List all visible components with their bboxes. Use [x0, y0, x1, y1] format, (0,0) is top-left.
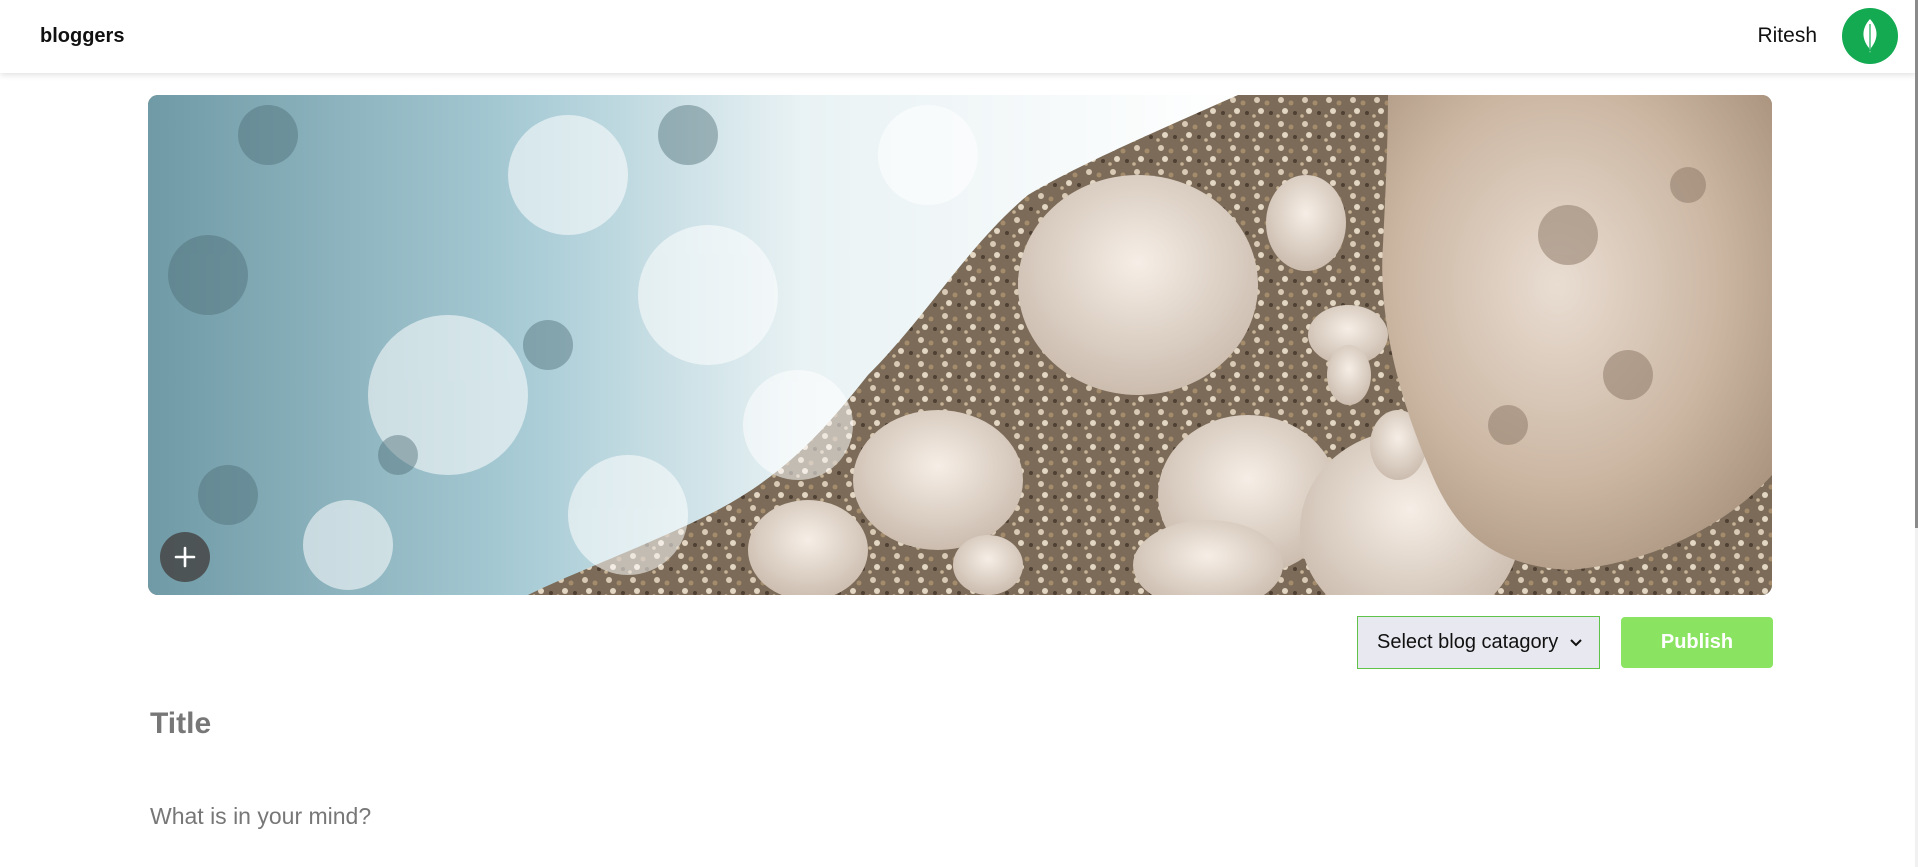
plus-icon: [174, 546, 196, 568]
brand-logo[interactable]: bloggers: [40, 25, 124, 48]
publish-button[interactable]: Publish: [1621, 617, 1773, 668]
username[interactable]: Ritesh: [1757, 24, 1817, 48]
upload-cover-button[interactable]: [160, 532, 210, 582]
category-select-value: Select blog catagory: [1377, 631, 1559, 653]
avatar[interactable]: [1842, 8, 1898, 64]
beach-photo: [148, 95, 1772, 595]
top-navbar: bloggers Ritesh: [0, 0, 1916, 73]
cover-image: [148, 95, 1772, 595]
chevron-down-icon: [1570, 638, 1582, 646]
leaf-icon: [1863, 19, 1877, 53]
title-input[interactable]: [148, 706, 1152, 742]
body-input[interactable]: [148, 802, 1152, 831]
category-select[interactable]: Select blog catagory: [1357, 616, 1600, 669]
